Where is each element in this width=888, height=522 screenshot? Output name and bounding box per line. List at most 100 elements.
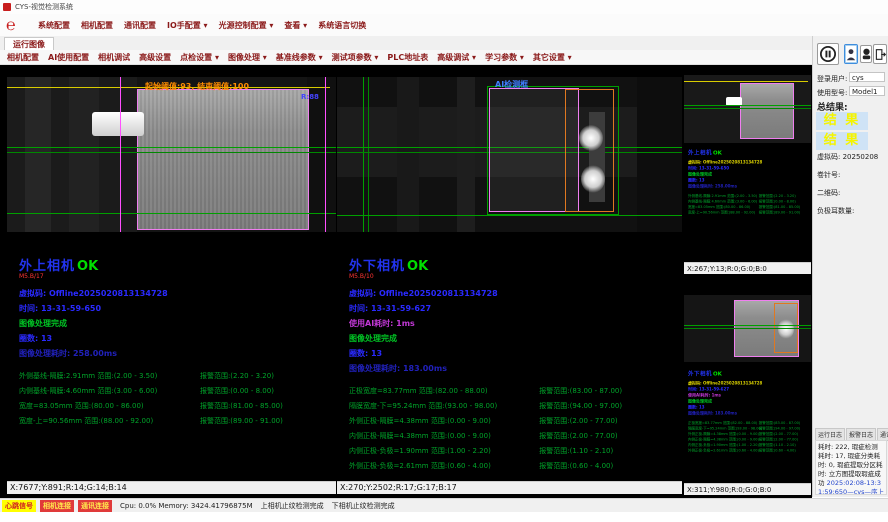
toolbar-item[interactable]: 相机调试 <box>98 52 130 63</box>
operator-icon <box>862 48 871 60</box>
menu-item[interactable]: 通讯配置 <box>124 20 156 31</box>
mini-view-top[interactable]: 外上相机OK 虚拟码: Offline2025020813134728时间: 1… <box>684 75 811 274</box>
menu-item[interactable]: IO手配置 ▾ <box>167 20 208 31</box>
camera-info-line: 时间: 13-31-59-627 <box>349 301 677 316</box>
toolbar-item[interactable]: 图像处理 ▾ <box>228 52 267 63</box>
camera-sub-label: M5.B/17 <box>19 273 331 280</box>
camera-info-line: 图像处理完成 <box>349 331 677 346</box>
field-label: 虚拟码: <box>817 153 840 161</box>
machine-column <box>457 77 475 232</box>
measurement-row: 内侧基线-隔膜:4.60mm 范围:(3.00 - 6.00)报警范围:(0.0… <box>19 384 331 399</box>
toolbar-item[interactable]: AI使用配置 <box>48 52 89 63</box>
camera-view-lower[interactable]: AI检测框 外下相机OK M5.B/10 虚拟码: Offline2025020… <box>337 77 682 494</box>
result-badge: 结 果 <box>816 112 868 130</box>
machine-column <box>69 77 99 232</box>
cell-region-box <box>740 83 794 139</box>
measurement-row: 外侧正极-隔膜=4.38mm 范围:(0.00 - 9.00)报警范围:(2.0… <box>349 414 677 429</box>
measurement-list: 正极宽度=83.77mm 范围:(82.00 - 88.00)报警范围:(83.… <box>349 384 677 474</box>
glare-blob <box>778 319 794 339</box>
menu-item[interactable]: 系统配置 <box>38 20 70 31</box>
toolbar-item[interactable]: 相机配置 <box>7 52 39 63</box>
green-baseline <box>684 325 811 326</box>
green-vertical-line <box>368 77 369 232</box>
green-baseline <box>337 215 682 216</box>
toolbar-item[interactable]: 基准线参数 ▾ <box>276 52 323 63</box>
measurement-row: 正极宽度=83.77mm 范围:(82.00 - 88.00)报警范围:(83.… <box>349 384 677 399</box>
login-user-label: 登录用户: <box>817 74 847 84</box>
toolbar-item[interactable]: 其它设置 ▾ <box>533 52 572 63</box>
comm-link-badge: 通讯连接 <box>78 500 112 512</box>
status-bar: 心跳信号 相机连接 通讯连接 Cpu: 0.0% Memory: 3424.41… <box>0 498 888 512</box>
toolbar-item[interactable]: PLC地址表 <box>387 52 428 63</box>
camera-name: 外下相机 <box>349 259 405 274</box>
camera-info-line: 图像处理完成 <box>19 316 331 331</box>
measurement-list: 外侧基线-隔膜:2.91mm 范围:(2.00 - 3.50)报警范围:(2.2… <box>688 194 810 216</box>
result-blocks: 结 果结 果 <box>816 112 868 152</box>
mini-view-bottom[interactable]: 外下相机OK 虚拟码: Offline2025020813134728时间: 1… <box>684 278 811 495</box>
mini-image-top[interactable] <box>684 75 811 143</box>
green-baseline <box>7 147 336 148</box>
coord-status-upper: X:7677;Y:891;R:14;G:14;B:14 <box>7 481 336 494</box>
menu-item[interactable]: 系统语言切换 <box>318 20 366 31</box>
toolbar-item[interactable]: 高级设置 <box>139 52 171 63</box>
coord-status-mini-top: X:267;Y:13;R:0;G:0;B:0 <box>684 262 811 274</box>
measurement-row: 宽度=83.05mm 范围:(80.00 - 86.00)报警范围:(81.00… <box>19 399 331 414</box>
pause-button[interactable] <box>817 43 839 65</box>
menu-item[interactable]: 查看 ▾ <box>284 20 307 31</box>
camera-title: 外下相机OK <box>688 368 810 378</box>
glare-blob <box>579 125 603 151</box>
measurement-row: 内侧正极-负极=1.90mm 范围:(1.00 - 2.20)报警范围:(1.1… <box>349 444 677 459</box>
machine-column <box>25 77 51 232</box>
camera-info-list: 虚拟码: Offline2025020813134728时间: 13-31-59… <box>688 160 810 190</box>
login-user-button[interactable] <box>844 44 858 64</box>
machine-column <box>637 77 682 232</box>
tab-run-image[interactable]: 运行图像 <box>4 37 54 51</box>
measurement-row: 外侧基线-隔膜:2.91mm 范围:(2.00 - 3.50)报警范围:(2.2… <box>19 369 331 384</box>
measurement-list: 外侧基线-隔膜:2.91mm 范围:(2.00 - 3.50)报警范围:(2.2… <box>19 369 331 429</box>
camera-title: 外下相机OK <box>349 255 677 274</box>
mini-image-bottom[interactable] <box>684 295 811 362</box>
camera-info-line: 虚拟码: Offline2025020813134728 <box>349 286 677 301</box>
login-user-value[interactable]: cys <box>849 72 885 82</box>
gripper-arm <box>92 112 144 136</box>
exit-button[interactable] <box>873 44 887 64</box>
camera-info-line: 图像处理耗时: 183.00ms <box>688 411 810 417</box>
heartbeat-badge: 心跳信号 <box>2 500 36 512</box>
camera-image-upper[interactable]: 起始阈值:93, 结束阈值:100 R:88 <box>7 77 336 232</box>
green-baseline <box>7 152 336 153</box>
menu-item[interactable]: 光源控制配置 ▾ <box>219 20 274 31</box>
measurement-list: 正极宽度=83.77mm 范围:(82.00 - 88.00)报警范围:(83.… <box>688 421 810 454</box>
exit-door-icon <box>875 48 886 61</box>
toolbar-item[interactable]: 测试项参数 ▾ <box>332 52 379 63</box>
result-ok: OK <box>713 371 722 378</box>
result-ok: OK <box>77 259 98 274</box>
camera-image-lower[interactable]: AI检测框 <box>337 77 682 232</box>
mark-label: R:88 <box>301 93 319 101</box>
field-row: 负极耳数量: <box>817 202 878 220</box>
mini-text-bottom: 外下相机OK 虚拟码: Offline2025020813134728时间: 1… <box>688 368 810 480</box>
camera-link-badge: 相机连接 <box>40 500 74 512</box>
green-baseline <box>7 213 336 214</box>
model-label: 使用型号: <box>817 88 847 98</box>
toolbar-item[interactable]: 点检设置 ▾ <box>180 52 219 63</box>
coord-status-mini-bottom: X:311;Y:980;R:0;G:0;B:0 <box>684 483 811 495</box>
camera-info-line: 图像处理耗时: 258.00ms <box>688 184 810 190</box>
model-value[interactable]: Model1 <box>849 86 885 96</box>
toolbar-item[interactable]: 学习参数 ▾ <box>485 52 524 63</box>
side-panel: 登录用户: cys 使用型号: Model1 总结果: 结 果结 果 虚拟码: … <box>812 36 888 497</box>
threshold-label: 起始阈值:93, 结束阈值:100 <box>145 81 249 92</box>
camera-info-line: 虚拟码: Offline2025020813134728 <box>19 286 331 301</box>
log-body[interactable]: 耗时: 222, 瑕疵检测耗时: 17, 瑕疵分类耗时: 0, 瑕疵提取分区耗时… <box>815 440 887 495</box>
operator-button[interactable] <box>860 45 872 63</box>
field-row: 虚拟码: 20250208 <box>817 148 878 166</box>
toolbar-item[interactable]: 高级调试 ▾ <box>437 52 476 63</box>
camera-info-line: 图像处理耗时: 183.00ms <box>349 361 677 376</box>
measurement-row: 隔膜宽度-下=95.24mm 范围:(93.00 - 98.00)报警范围:(9… <box>349 399 677 414</box>
measurement-row: 外侧正极-负极=2.61mm 范围:(0.60 - 4.00)报警范围:(0.6… <box>349 459 677 474</box>
camera-text-upper: 外上相机OK M5.B/17 虚拟码: Offline2025020813134… <box>19 255 331 429</box>
camera-info-list: 虚拟码: Offline2025020813134728时间: 13-31-59… <box>19 286 331 361</box>
camera-view-upper[interactable]: 起始阈值:93, 结束阈值:100 R:88 外上相机OK M5.B/17 虚拟… <box>7 77 336 494</box>
camera-name: 外上相机 <box>688 150 712 157</box>
camera-name: 外下相机 <box>688 371 712 378</box>
menu-item[interactable]: 相机配置 <box>81 20 113 31</box>
